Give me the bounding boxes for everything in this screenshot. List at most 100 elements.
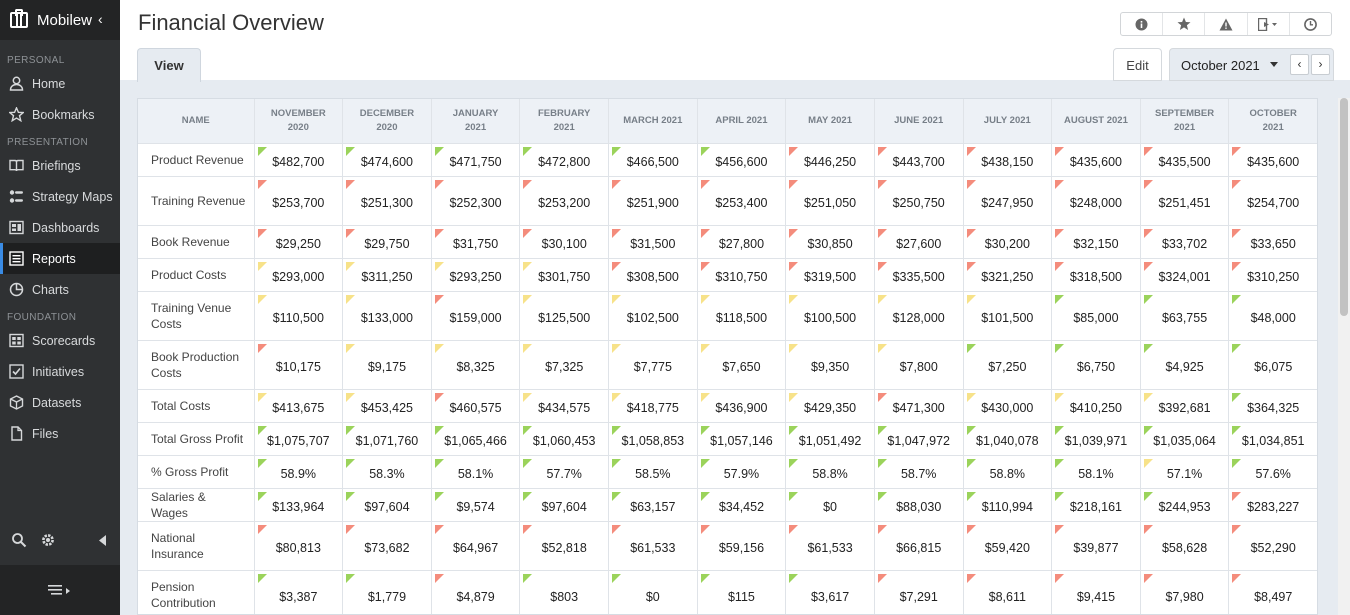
previous-period-button[interactable]: ‹: [1290, 54, 1309, 75]
table-cell[interactable]: $1,040,078: [963, 422, 1053, 456]
table-cell[interactable]: $7,650: [697, 340, 787, 390]
table-cell[interactable]: $436,900: [697, 389, 787, 423]
period-selector[interactable]: October 2021 ‹ ›: [1169, 48, 1334, 81]
table-cell[interactable]: 58.9%: [254, 455, 344, 489]
table-cell[interactable]: $251,451: [1140, 176, 1230, 226]
row-name[interactable]: Product Costs: [138, 258, 255, 292]
table-cell[interactable]: $283,227: [1228, 488, 1317, 522]
table-cell[interactable]: $335,500: [874, 258, 964, 292]
table-cell[interactable]: $253,700: [254, 176, 344, 226]
table-cell[interactable]: $324,001: [1140, 258, 1230, 292]
row-name[interactable]: Book Production Costs: [138, 340, 255, 390]
table-cell[interactable]: $430,000: [963, 389, 1053, 423]
row-name[interactable]: Pension Contribution: [138, 570, 255, 614]
table-cell[interactable]: $6,750: [1051, 340, 1141, 390]
table-cell[interactable]: $115: [697, 570, 787, 614]
table-cell[interactable]: $159,000: [431, 291, 521, 341]
table-cell[interactable]: $0: [785, 488, 875, 522]
table-cell[interactable]: $1,065,466: [431, 422, 521, 456]
sidebar-item-bookmarks[interactable]: Bookmarks: [0, 99, 120, 130]
export-button[interactable]: [1248, 13, 1290, 35]
table-cell[interactable]: $443,700: [874, 143, 964, 177]
sidebar-item-briefings[interactable]: Briefings: [0, 150, 120, 181]
table-cell[interactable]: $1,039,971: [1051, 422, 1141, 456]
table-cell[interactable]: $32,150: [1051, 225, 1141, 259]
sidebar-item-reports[interactable]: Reports: [0, 243, 120, 274]
table-cell[interactable]: $9,574: [431, 488, 521, 522]
gear-icon[interactable]: [40, 532, 56, 548]
vertical-scrollbar[interactable]: [1338, 98, 1350, 615]
alert-button[interactable]: [1205, 13, 1248, 35]
table-cell[interactable]: $7,775: [608, 340, 698, 390]
table-cell[interactable]: 57.1%: [1140, 455, 1230, 489]
table-cell[interactable]: $429,350: [785, 389, 875, 423]
row-name[interactable]: National Insurance: [138, 521, 255, 571]
table-cell[interactable]: $9,350: [785, 340, 875, 390]
table-cell[interactable]: $803: [519, 570, 609, 614]
sidebar-item-dashboards[interactable]: Dashboards: [0, 212, 120, 243]
table-cell[interactable]: $133,000: [342, 291, 432, 341]
table-cell[interactable]: $248,000: [1051, 176, 1141, 226]
table-cell[interactable]: $1,034,851: [1228, 422, 1317, 456]
table-cell[interactable]: $118,500: [697, 291, 787, 341]
sidebar-item-files[interactable]: Files: [0, 418, 120, 449]
table-cell[interactable]: 58.7%: [874, 455, 964, 489]
table-cell[interactable]: $321,250: [963, 258, 1053, 292]
table-cell[interactable]: $1,047,972: [874, 422, 964, 456]
history-button[interactable]: [1290, 13, 1331, 35]
info-button[interactable]: [1121, 13, 1164, 35]
row-name[interactable]: Product Revenue: [138, 143, 255, 177]
table-cell[interactable]: $63,755: [1140, 291, 1230, 341]
table-cell[interactable]: $218,161: [1051, 488, 1141, 522]
table-cell[interactable]: $52,818: [519, 521, 609, 571]
table-cell[interactable]: $8,611: [963, 570, 1053, 614]
bookmark-button[interactable]: [1163, 13, 1206, 35]
table-cell[interactable]: $311,250: [342, 258, 432, 292]
table-cell[interactable]: $133,964: [254, 488, 344, 522]
table-cell[interactable]: $63,157: [608, 488, 698, 522]
table-cell[interactable]: $9,415: [1051, 570, 1141, 614]
table-cell[interactable]: $293,250: [431, 258, 521, 292]
table-cell[interactable]: $48,000: [1228, 291, 1317, 341]
sidebar-item-scorecards[interactable]: Scorecards: [0, 325, 120, 356]
table-cell[interactable]: $101,500: [963, 291, 1053, 341]
table-cell[interactable]: $410,250: [1051, 389, 1141, 423]
table-cell[interactable]: $308,500: [608, 258, 698, 292]
chevron-left-icon[interactable]: ‹: [98, 11, 103, 27]
table-cell[interactable]: $1,035,064: [1140, 422, 1230, 456]
row-name[interactable]: Total Costs: [138, 389, 255, 423]
table-cell[interactable]: $247,950: [963, 176, 1053, 226]
table-cell[interactable]: $453,425: [342, 389, 432, 423]
table-cell[interactable]: $110,994: [963, 488, 1053, 522]
table-cell[interactable]: $301,750: [519, 258, 609, 292]
table-cell[interactable]: 57.7%: [519, 455, 609, 489]
table-cell[interactable]: $100,500: [785, 291, 875, 341]
table-cell[interactable]: $0: [608, 570, 698, 614]
table-cell[interactable]: $392,681: [1140, 389, 1230, 423]
table-cell[interactable]: 58.1%: [431, 455, 521, 489]
table-cell[interactable]: $435,600: [1228, 143, 1317, 177]
table-cell[interactable]: $8,497: [1228, 570, 1317, 614]
sidebar-item-initiatives[interactable]: Initiatives: [0, 356, 120, 387]
table-cell[interactable]: $4,925: [1140, 340, 1230, 390]
table-cell[interactable]: $251,900: [608, 176, 698, 226]
table-cell[interactable]: $30,200: [963, 225, 1053, 259]
table-cell[interactable]: $466,500: [608, 143, 698, 177]
table-cell[interactable]: $73,682: [342, 521, 432, 571]
table-cell[interactable]: $61,533: [785, 521, 875, 571]
table-cell[interactable]: $58,628: [1140, 521, 1230, 571]
table-cell[interactable]: $434,575: [519, 389, 609, 423]
table-cell[interactable]: $10,175: [254, 340, 344, 390]
table-cell[interactable]: 58.1%: [1051, 455, 1141, 489]
table-cell[interactable]: $31,500: [608, 225, 698, 259]
table-cell[interactable]: $364,325: [1228, 389, 1317, 423]
table-cell[interactable]: $8,325: [431, 340, 521, 390]
table-cell[interactable]: $31,750: [431, 225, 521, 259]
table-cell[interactable]: $33,702: [1140, 225, 1230, 259]
table-cell[interactable]: $472,800: [519, 143, 609, 177]
table-cell[interactable]: $39,877: [1051, 521, 1141, 571]
table-cell[interactable]: $80,813: [254, 521, 344, 571]
table-cell[interactable]: $244,953: [1140, 488, 1230, 522]
table-cell[interactable]: $125,500: [519, 291, 609, 341]
scrollbar-thumb[interactable]: [1340, 98, 1348, 316]
